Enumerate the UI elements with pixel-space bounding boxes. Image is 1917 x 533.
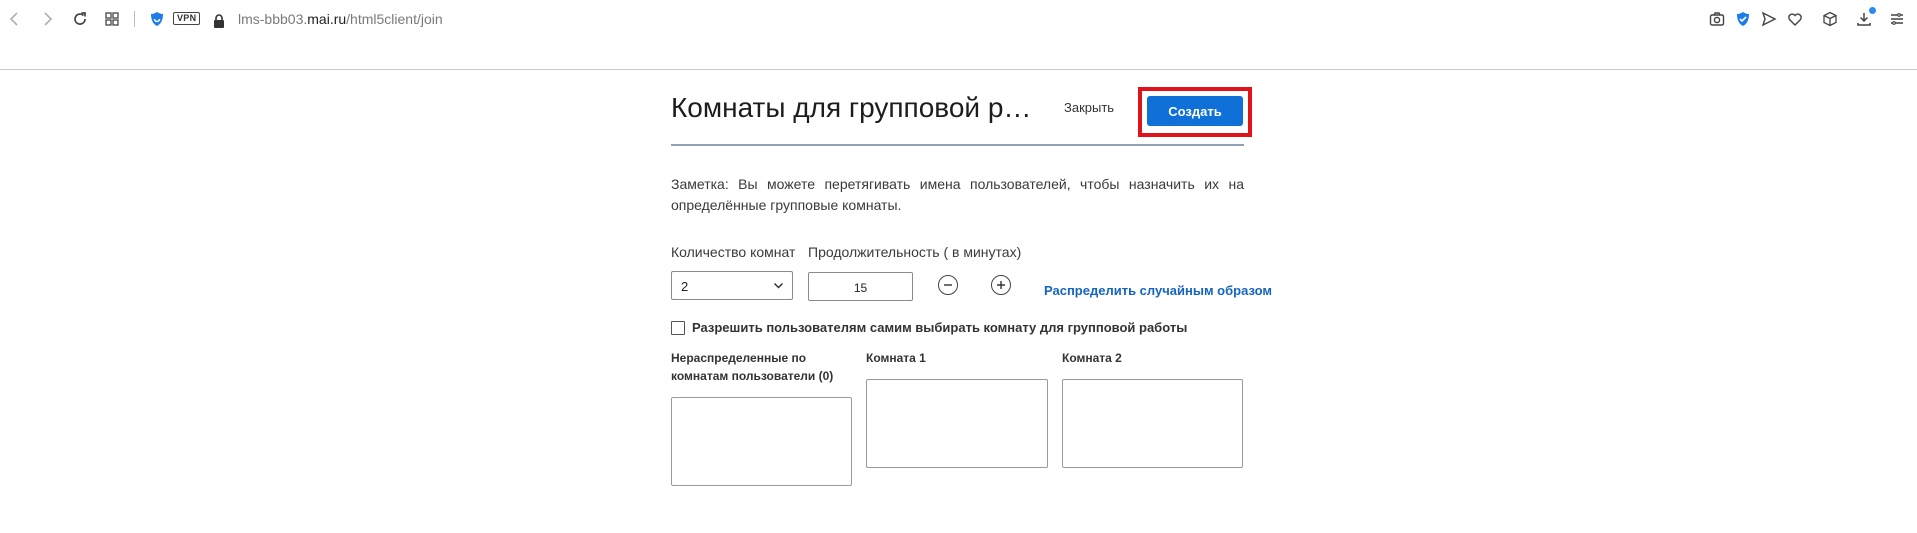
close-button[interactable]: Закрыть <box>1064 100 1114 115</box>
forward-icon[interactable] <box>37 9 57 29</box>
increase-duration-button[interactable] <box>991 275 1011 295</box>
rooms-count-value: 2 <box>681 279 689 294</box>
camera-icon[interactable] <box>1707 9 1727 29</box>
title-divider <box>671 144 1244 146</box>
send-icon[interactable] <box>1759 9 1779 29</box>
chevron-down-icon <box>773 282 784 289</box>
unassigned-users-list[interactable] <box>671 397 852 486</box>
lock-icon[interactable] <box>209 11 229 31</box>
rooms-count-label: Количество комнат <box>671 244 796 260</box>
url-domain: mai.ru <box>307 11 347 27</box>
room-2-list[interactable] <box>1062 379 1243 468</box>
vpn-badge[interactable]: VPN <box>173 12 201 25</box>
menu-icon[interactable] <box>1887 9 1907 29</box>
browser-toolbar: VPN lms-bbb03.mai.ru/html5client/join <box>0 0 1917 38</box>
room-1-heading: Комната 1 <box>866 351 926 365</box>
duration-label: Продолжительность ( в минутах) <box>808 244 1022 260</box>
minus-icon <box>944 284 952 286</box>
unassigned-heading-line1: Нераспределенные по <box>671 351 807 365</box>
unassigned-users-heading: Нераспределенные по комнатам пользовател… <box>671 349 833 385</box>
modal-title: Комнаты для групповой ра… <box>671 92 1041 123</box>
chrome-divider <box>0 69 1917 70</box>
allow-choose-checkbox[interactable] <box>671 321 685 335</box>
shield-icon[interactable] <box>147 9 167 29</box>
randomly-assign-link[interactable]: Распределить случайным образом <box>1044 283 1272 298</box>
reload-icon[interactable] <box>70 9 90 29</box>
allow-choose-label: Разрешить пользователям самим выбирать к… <box>692 320 1188 335</box>
duration-input[interactable]: 15 <box>808 272 913 301</box>
heart-icon[interactable] <box>1785 9 1805 29</box>
rooms-count-select[interactable]: 2 <box>671 271 793 300</box>
download-notification-dot <box>1869 7 1876 14</box>
verified-icon[interactable] <box>1733 9 1753 29</box>
toolbar-separator <box>134 11 135 27</box>
back-icon[interactable] <box>5 9 25 29</box>
room-1-list[interactable] <box>866 379 1048 468</box>
create-button[interactable]: Создать <box>1147 96 1243 126</box>
plus-icon <box>997 281 1005 289</box>
room-2-heading: Комната 2 <box>1062 351 1122 365</box>
grid-icon[interactable] <box>102 9 122 29</box>
drag-note: Заметка: Вы можете перетягивать имена по… <box>671 176 1244 213</box>
address-bar[interactable]: lms-bbb03.mai.ru/html5client/join <box>238 11 443 27</box>
url-prefix: lms-bbb03. <box>238 11 308 27</box>
unassigned-heading-line2: комнатам пользователи (0) <box>671 369 834 383</box>
box-icon[interactable] <box>1820 9 1840 29</box>
url-path: /html5client/join <box>346 11 443 27</box>
decrease-duration-button[interactable] <box>938 275 958 295</box>
